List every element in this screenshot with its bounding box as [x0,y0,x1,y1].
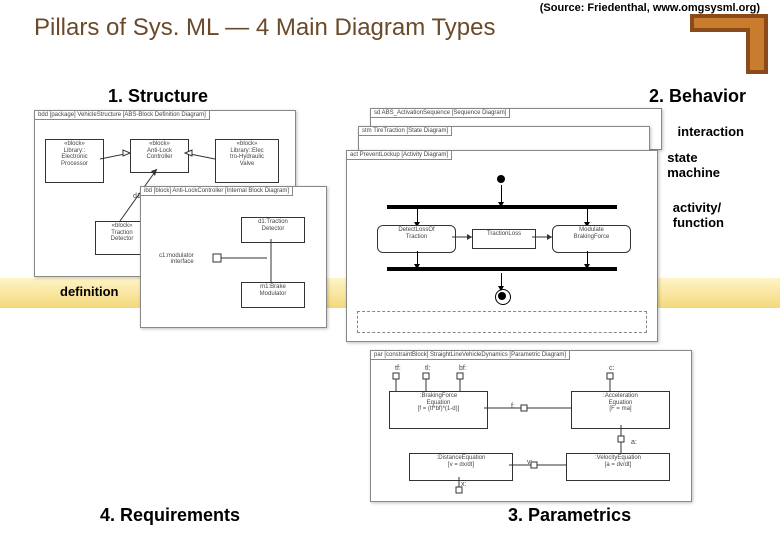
page-title: Pillars of Sys. ML — 4 Main Diagram Type… [34,14,495,42]
act-frame: act PreventLockup [Activity Diagram] Det… [346,150,658,342]
ibd-frame: ibd [block] Anti-LockController [Interna… [140,186,327,328]
dashed-region [357,311,647,333]
source-attribution: (Source: Friedenthal, www.omgsysml.org) [540,2,760,14]
section-requirements: 4. Requirements [100,505,240,526]
arrow-icon [417,251,418,265]
arrow-icon [587,251,588,265]
par-connectors [371,351,691,501]
label-activity-function: activity/ function [673,200,724,230]
join-bar-icon [387,267,617,271]
arrow-icon [501,273,502,287]
ibd-connectors [141,187,326,327]
section-structure: 1. Structure [108,86,208,107]
label-interaction: interaction [678,124,744,139]
par-frame: par [constraintBlock] StraightLineVehicl… [370,350,692,502]
stm-caption: stm TireTraction [State Diagram] [359,127,452,136]
label-definition: definition [60,284,119,299]
section-behavior: 2. Behavior [649,86,746,107]
sd-caption: sd ABS_ActivationSequence [Sequence Diag… [371,109,510,118]
decorative-corner-logo [690,14,768,74]
label-state-machine: state machine [667,150,720,180]
final-node-icon [495,289,511,305]
section-parametrics: 3. Parametrics [508,505,631,526]
